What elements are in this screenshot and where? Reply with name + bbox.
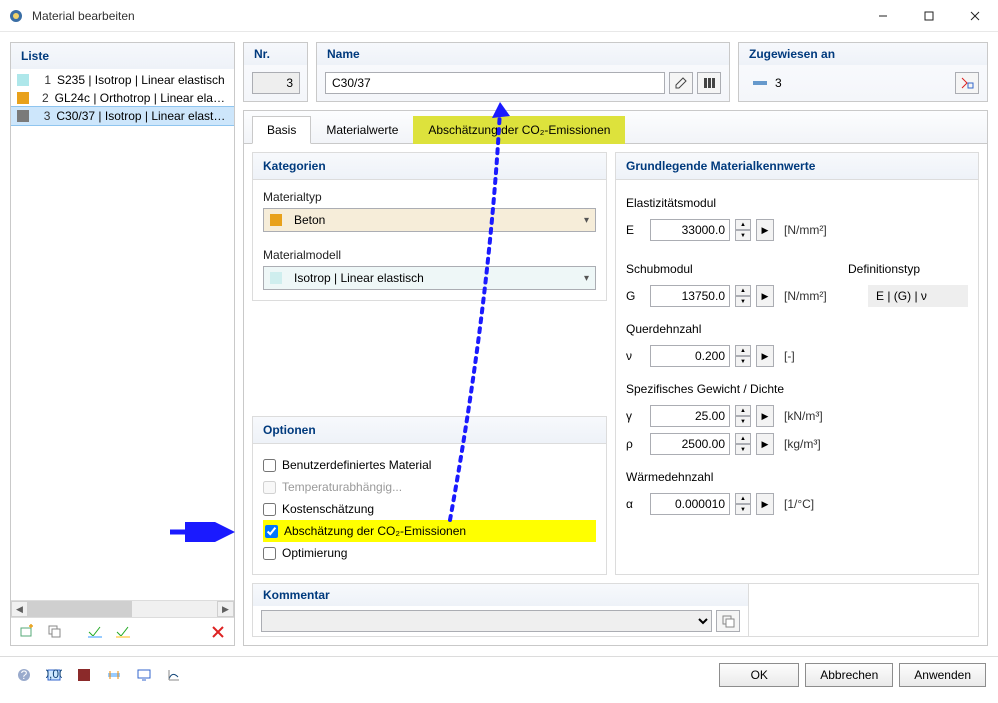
list-item[interactable]: 1 S235 | Isotrop | Linear elastisch xyxy=(11,71,234,89)
graph-button[interactable] xyxy=(162,664,186,686)
option-temp-dependent: Temperaturabhängig... xyxy=(263,476,596,498)
list-item[interactable]: 2 GL24c | Orthotrop | Linear elastisch (… xyxy=(11,89,234,107)
option-user-defined[interactable]: Benutzerdefiniertes Material xyxy=(263,454,596,476)
categories-header: Kategorien xyxy=(253,153,606,180)
new-item-button[interactable] xyxy=(15,621,39,643)
copy-item-button[interactable] xyxy=(43,621,67,643)
apply-button[interactable]: Anwenden xyxy=(899,663,986,687)
option-co2[interactable]: Abschätzung der CO₂-Emissionen xyxy=(263,520,596,542)
rho-spinner[interactable]: ▲▼ xyxy=(736,433,751,455)
select-assigned-button[interactable] xyxy=(955,72,979,94)
alpha-input[interactable] xyxy=(650,493,730,515)
maximize-button[interactable] xyxy=(906,0,952,31)
nu-goto[interactable]: ▶ xyxy=(756,345,774,367)
tab-basis[interactable]: Basis xyxy=(252,116,311,144)
minimize-button[interactable] xyxy=(860,0,906,31)
rho-goto[interactable]: ▶ xyxy=(756,433,774,455)
e-goto[interactable]: ▶ xyxy=(756,219,774,241)
materialmodel-label: Materialmodell xyxy=(263,248,596,262)
tab-materialwerte[interactable]: Materialwerte xyxy=(311,116,413,144)
alpha-goto[interactable]: ▶ xyxy=(756,493,774,515)
edit-icon[interactable] xyxy=(669,72,693,94)
assigned-value: 3 xyxy=(747,72,951,94)
delete-button[interactable] xyxy=(206,621,230,643)
alpha-spinner[interactable]: ▲▼ xyxy=(736,493,751,515)
name-input[interactable] xyxy=(325,72,665,94)
g-spinner[interactable]: ▲▼ xyxy=(736,285,751,307)
check2-button[interactable] xyxy=(111,621,135,643)
check-button[interactable] xyxy=(83,621,107,643)
assigned-label: Zugewiesen an xyxy=(739,43,987,65)
color-button[interactable] xyxy=(72,664,96,686)
nu-spinner[interactable]: ▲▼ xyxy=(736,345,751,367)
nu-label: Querdehnzahl xyxy=(626,322,968,336)
gamma-input[interactable] xyxy=(650,405,730,427)
option-cost[interactable]: Kostenschätzung xyxy=(263,498,596,520)
gamma-goto[interactable]: ▶ xyxy=(756,405,774,427)
list-header: Liste xyxy=(11,43,234,69)
window-title: Material bearbeiten xyxy=(32,9,860,23)
svg-text:0,00: 0,00 xyxy=(46,667,62,681)
g-label: Schubmodul xyxy=(626,262,848,276)
dens-label: Spezifisches Gewicht / Dichte xyxy=(626,382,968,396)
titlebar: Material bearbeiten xyxy=(0,0,998,32)
close-button[interactable] xyxy=(952,0,998,31)
option-optimization[interactable]: Optimierung xyxy=(263,542,596,564)
gamma-spinner[interactable]: ▲▼ xyxy=(736,405,751,427)
list-panel: Liste 1 S235 | Isotrop | Linear elastisc… xyxy=(10,42,235,646)
rho-input[interactable] xyxy=(650,433,730,455)
app-icon xyxy=(8,8,24,24)
materialtype-label: Materialtyp xyxy=(263,190,596,204)
nr-input[interactable] xyxy=(252,72,300,94)
nr-label: Nr. xyxy=(244,43,307,65)
nu-input[interactable] xyxy=(650,345,730,367)
ok-button[interactable]: OK xyxy=(719,663,799,687)
cancel-button[interactable]: Abbrechen xyxy=(805,663,893,687)
deftype-label: Definitionstyp xyxy=(848,262,968,276)
props-header: Grundlegende Materialkennwerte xyxy=(616,153,978,180)
e-label: Elastizitätsmodul xyxy=(626,196,968,210)
alpha-label: Wärmedehnzahl xyxy=(626,470,968,484)
g-input[interactable] xyxy=(650,285,730,307)
view-button[interactable] xyxy=(102,664,126,686)
units-button[interactable]: 0,00 xyxy=(42,664,66,686)
e-input[interactable] xyxy=(650,219,730,241)
materialmodel-combo[interactable]: Isotrop | Linear elastisch ▾ xyxy=(263,266,596,290)
help-button[interactable]: ? xyxy=(12,664,36,686)
comment-combo[interactable] xyxy=(261,610,712,632)
materialtype-combo[interactable]: Beton ▾ xyxy=(263,208,596,232)
library-icon[interactable] xyxy=(697,72,721,94)
deftype-value: E | (G) | ν xyxy=(868,285,968,307)
comment-lib-button[interactable] xyxy=(716,610,740,632)
list-item[interactable]: 3 C30/37 | Isotrop | Linear elastisch xyxy=(11,107,234,125)
g-goto[interactable]: ▶ xyxy=(756,285,774,307)
e-spinner[interactable]: ▲▼ xyxy=(736,219,751,241)
tab-strip: Basis Materialwerte Abschätzung der CO₂-… xyxy=(244,111,987,144)
name-label: Name xyxy=(317,43,729,65)
list-scrollbar[interactable]: ◀▶ xyxy=(11,600,234,617)
display-button[interactable] xyxy=(132,664,156,686)
beam-icon xyxy=(753,78,769,88)
options-header: Optionen xyxy=(253,417,606,444)
svg-text:?: ? xyxy=(21,668,28,682)
comment-header: Kommentar xyxy=(253,584,748,606)
tab-co2[interactable]: Abschätzung der CO₂-Emissionen xyxy=(413,116,625,144)
